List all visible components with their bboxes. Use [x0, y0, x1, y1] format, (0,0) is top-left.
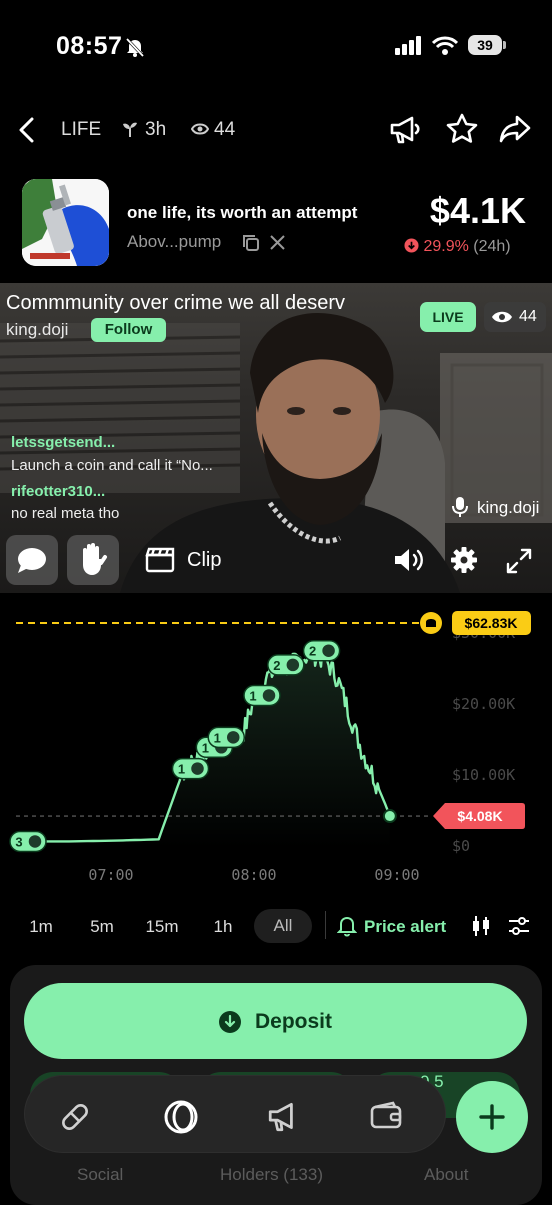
trade-marker: 1	[171, 757, 210, 780]
bell-icon	[426, 619, 436, 627]
timeframe-all[interactable]: All	[254, 909, 312, 943]
price-alert-button[interactable]: Price alert	[364, 914, 446, 940]
trade-marker: 3	[9, 830, 47, 853]
trader-avatar-icon	[225, 729, 241, 746]
header-viewers: 44	[214, 119, 236, 140]
change-percent: 29.9%	[423, 238, 469, 255]
eye-icon	[492, 311, 512, 323]
tab-about[interactable]: About	[424, 1165, 468, 1185]
chat-bubble-icon	[18, 548, 46, 573]
trader-avatar-icon	[285, 657, 301, 673]
wifi-icon	[432, 36, 458, 55]
price-chart-svg: $0$10.00K$20.00K$30.00K07:0008:0009:00 $…	[9, 611, 531, 884]
ath-label: $62.83K	[465, 615, 518, 631]
header-age: 3h	[145, 119, 167, 140]
bell-muted-icon	[125, 37, 145, 58]
megaphone-icon[interactable]	[388, 114, 422, 146]
trade-marker: 1	[207, 726, 245, 749]
x-tick-label: 08:00	[231, 866, 276, 884]
stream-title: Commmunity over crime we all deserv	[6, 292, 345, 314]
download-circle-icon	[219, 1011, 241, 1033]
battery-tip	[503, 41, 506, 49]
candlestick-icon[interactable]	[470, 914, 492, 938]
sprout-icon	[123, 122, 137, 137]
trade-marker: 2	[267, 654, 305, 676]
timeframe-1m[interactable]: 1m	[22, 914, 60, 940]
coin-name: one life, its worth an attempt	[127, 203, 358, 222]
microphone-icon	[452, 497, 468, 517]
create-button[interactable]	[456, 1081, 528, 1153]
trader-avatar-icon	[320, 642, 337, 659]
timeframe-15m[interactable]: 15m	[140, 914, 184, 940]
trade-marker: 1	[243, 684, 281, 707]
trader-avatar-icon	[261, 687, 277, 704]
trade-marker-count: 1	[202, 740, 209, 755]
live-badge: LIVE	[420, 302, 476, 332]
fullscreen-icon[interactable]	[505, 547, 533, 575]
mic-username: king.doji	[477, 498, 540, 517]
stream-viewer-count: 44	[519, 308, 537, 325]
chat-user[interactable]: rifeotter310...	[11, 483, 105, 500]
change-period: (24h)	[473, 238, 511, 255]
copy-icon[interactable]	[242, 234, 260, 252]
timeframe-5m[interactable]: 5m	[82, 914, 122, 940]
follow-button[interactable]: Follow	[91, 318, 166, 342]
chat-user[interactable]: letssgetsend...	[11, 434, 115, 451]
eye-icon	[191, 123, 209, 135]
plus-icon	[479, 1104, 505, 1130]
trade-marker-count: 2	[273, 658, 280, 673]
trade-marker-count: 3	[15, 834, 22, 849]
battery-indicator: 39	[468, 35, 502, 55]
pill-icon[interactable]	[58, 1100, 92, 1134]
settings-gear-icon[interactable]	[450, 546, 478, 574]
trade-marker-count: 2	[309, 644, 316, 659]
bell-icon[interactable]	[337, 915, 357, 937]
trader-avatar-icon	[27, 833, 43, 850]
clapperboard-icon[interactable]	[145, 547, 175, 573]
current-price-label: $4.08K	[457, 808, 502, 824]
timeframe-1h[interactable]: 1h	[204, 914, 242, 940]
x-logo-icon[interactable]	[269, 234, 286, 251]
hand-icon	[83, 543, 107, 575]
cellular-signal-icon	[395, 36, 421, 55]
clip-button[interactable]: Clip	[187, 549, 221, 572]
x-tick-label: 09:00	[374, 866, 419, 884]
chat-message: Launch a coin and call it “No...	[11, 457, 213, 474]
down-arrow-icon	[404, 238, 419, 253]
coin-contract-handle[interactable]: Abov...pump	[127, 232, 221, 252]
deposit-label: Deposit	[255, 1010, 333, 1033]
y-tick-label: $0	[452, 837, 470, 855]
portal-icon[interactable]	[163, 1099, 199, 1135]
y-tick-label: $10.00K	[452, 766, 515, 784]
coin-price-change: 29.9% (24h)	[404, 238, 511, 256]
header-category: LIFE	[61, 119, 102, 140]
timeframe-divider	[325, 911, 326, 939]
price-chart[interactable]: $0$10.00K$20.00K$30.00K07:0008:0009:00 $…	[0, 596, 552, 906]
star-icon[interactable]	[445, 113, 479, 145]
stream-viewer-badge: 44	[484, 302, 546, 332]
y-tick-label: $20.00K	[452, 695, 515, 713]
volume-icon[interactable]	[393, 546, 427, 574]
current-price-dot	[382, 809, 397, 824]
share-icon[interactable]	[498, 114, 532, 144]
trade-marker-count: 1	[214, 730, 221, 745]
coin-price: $4.1K	[429, 190, 526, 231]
x-tick-label: 07:00	[88, 866, 133, 884]
status-time: 08:57	[56, 32, 123, 60]
trade-marker-count: 1	[178, 762, 185, 777]
coin-logo	[22, 179, 109, 266]
trade-marker: 2	[302, 639, 341, 662]
back-icon[interactable]	[16, 116, 38, 144]
tab-social[interactable]: Social	[77, 1165, 123, 1185]
sliders-icon[interactable]	[507, 914, 531, 938]
streamer-name[interactable]: king.doji	[6, 320, 68, 340]
chat-message: no real meta tho	[11, 505, 120, 522]
wallet-icon[interactable]	[369, 1101, 403, 1131]
trader-avatar-icon	[189, 760, 206, 777]
raise-hand-button[interactable]	[67, 535, 119, 585]
megaphone-icon[interactable]	[266, 1100, 302, 1134]
chat-toggle-button[interactable]	[6, 535, 58, 585]
trade-marker-count: 1	[249, 688, 256, 703]
tab-holders[interactable]: Holders (133)	[220, 1165, 323, 1185]
